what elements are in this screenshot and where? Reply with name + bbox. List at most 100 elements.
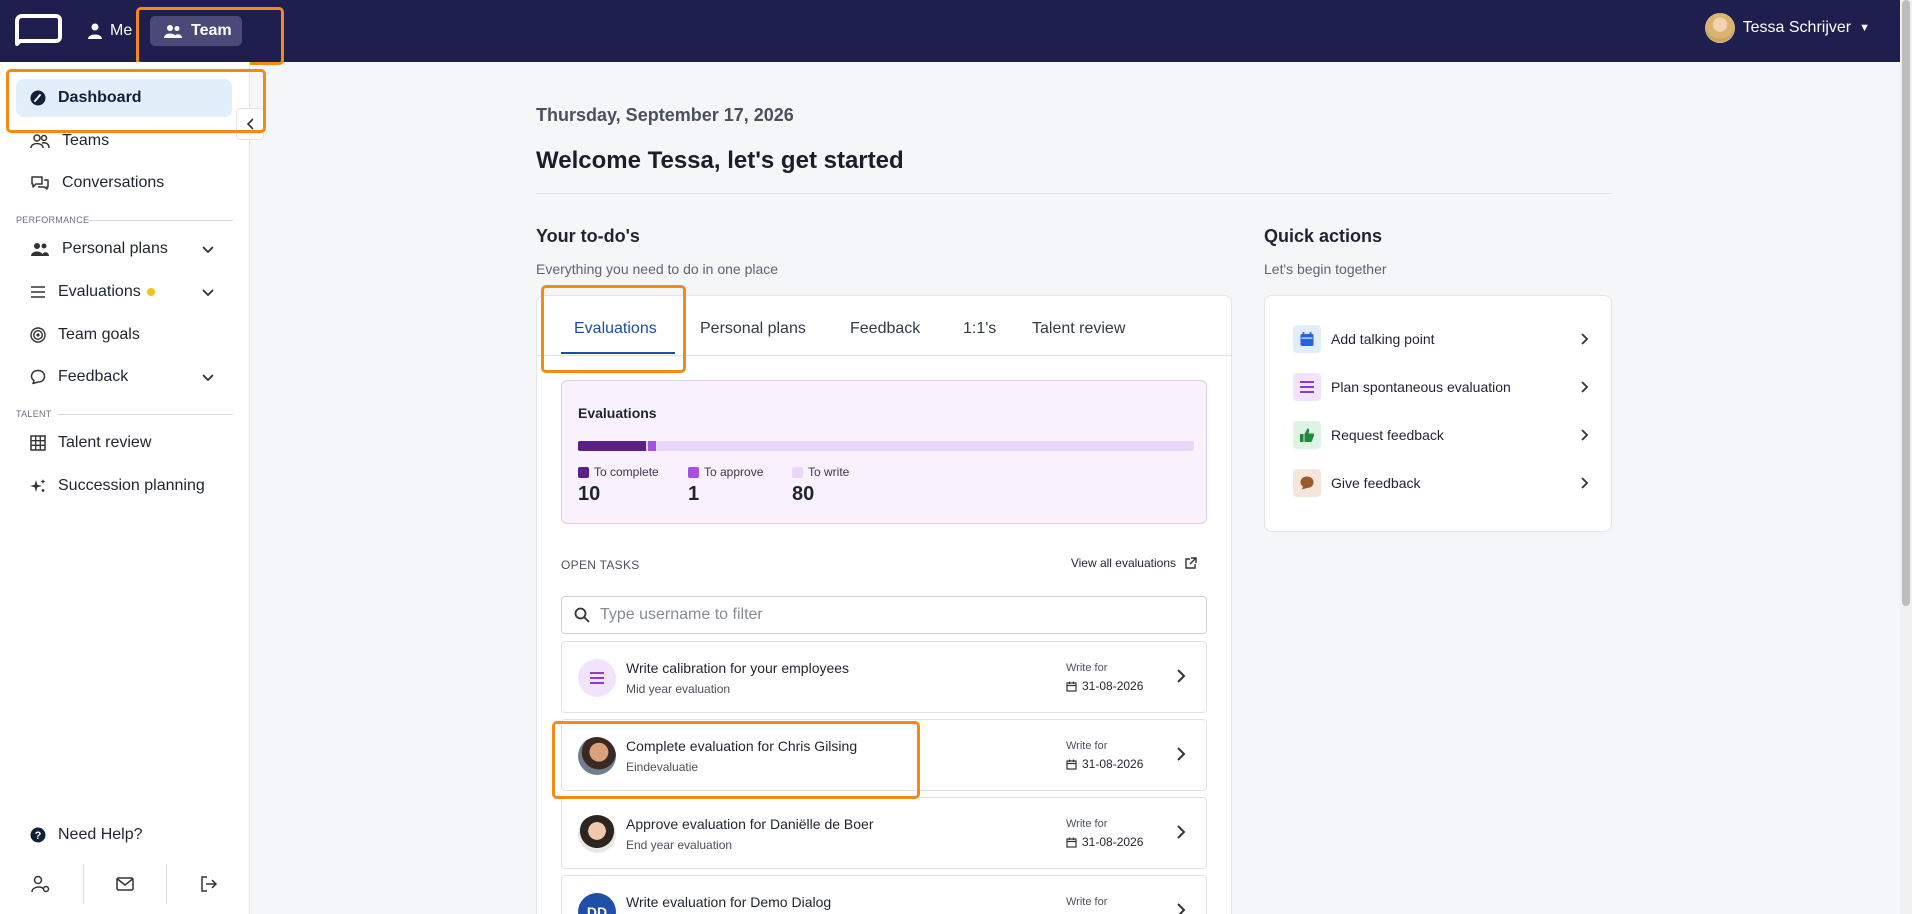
progress-segment-to-approve bbox=[648, 441, 656, 451]
chevron-down-icon[interactable] bbox=[202, 370, 214, 385]
due-date: 31-08-2026 bbox=[1066, 679, 1143, 693]
sidebar-item-talent-review[interactable]: Talent review bbox=[16, 424, 232, 462]
sparkle-icon bbox=[30, 479, 46, 492]
tab-one-on-ones[interactable]: 1:1's bbox=[963, 320, 996, 338]
page-title: Welcome Tessa, let's get started bbox=[536, 147, 904, 174]
divider bbox=[58, 414, 233, 415]
stat-label: To approve bbox=[704, 465, 764, 479]
sidebar-item-dashboard[interactable]: Dashboard bbox=[16, 79, 232, 117]
nav-me-label: Me bbox=[110, 22, 133, 39]
sidebar-item-label: Feedback bbox=[58, 368, 129, 385]
sidebar-item-label: Evaluations bbox=[58, 283, 141, 300]
tab-personal-plans[interactable]: Personal plans bbox=[700, 320, 806, 338]
write-for-label: Write for bbox=[1066, 818, 1108, 830]
tab-talent-review[interactable]: Talent review bbox=[1032, 320, 1125, 338]
chevron-right-icon bbox=[1580, 380, 1589, 397]
team-icon bbox=[30, 134, 50, 149]
scrollbar-thumb[interactable] bbox=[1902, 0, 1910, 606]
sidebar-item-team-goals[interactable]: Team goals bbox=[16, 316, 232, 354]
stat-value: 1 bbox=[688, 483, 700, 505]
logout-button[interactable] bbox=[167, 864, 250, 904]
chevron-right-icon bbox=[1580, 428, 1589, 445]
due-date: 31-08-2026 bbox=[1066, 835, 1143, 849]
request-feedback-button[interactable]: Request feedback bbox=[1293, 420, 1589, 450]
task-subtitle: Eindevaluatie bbox=[626, 760, 699, 774]
app-logo-icon[interactable] bbox=[14, 13, 62, 47]
chevron-right-icon bbox=[1176, 902, 1186, 914]
user-menu[interactable]: Tessa Schrijver ▼ bbox=[1704, 13, 1870, 43]
task-title: Write calibration for your employees bbox=[626, 660, 850, 676]
collapse-sidebar-button[interactable] bbox=[236, 108, 264, 140]
sidebar-item-conversations[interactable]: Conversations bbox=[16, 164, 232, 202]
username-filter[interactable] bbox=[561, 596, 1207, 634]
chevron-right-icon bbox=[1176, 824, 1186, 845]
page-scrollbar[interactable] bbox=[1900, 0, 1912, 914]
nav-me[interactable]: Me bbox=[88, 18, 140, 44]
user-settings-button[interactable] bbox=[0, 864, 84, 904]
chevron-right-icon bbox=[1580, 332, 1589, 349]
task-row[interactable]: DD Write evaluation for Demo Dialog Writ… bbox=[561, 875, 1207, 914]
nav-team[interactable]: Team bbox=[150, 16, 242, 46]
mail-button[interactable] bbox=[84, 864, 168, 904]
evaluations-summary: Evaluations To complete 10 To approve 1 … bbox=[561, 380, 1207, 524]
task-title: Complete evaluation for Chris Gilsing bbox=[626, 738, 858, 754]
target-icon bbox=[30, 327, 46, 343]
legend-swatch bbox=[578, 466, 589, 478]
chevron-right-icon bbox=[1176, 668, 1186, 689]
sidebar-item-personal-plans[interactable]: Personal plans bbox=[16, 230, 232, 268]
progress-bar bbox=[578, 441, 1194, 451]
quick-action-label: Give feedback bbox=[1331, 475, 1421, 491]
task-title: Approve evaluation for Daniëlle de Boer bbox=[626, 816, 874, 832]
calendar-icon bbox=[1066, 681, 1077, 692]
due-date-value: 31-08-2026 bbox=[1082, 757, 1144, 771]
view-all-label: View all evaluations bbox=[1070, 556, 1176, 570]
legend-swatch bbox=[688, 466, 699, 478]
sidebar-footer bbox=[0, 854, 250, 914]
divider bbox=[536, 193, 1612, 194]
todo-subtitle: Everything you need to do in one place bbox=[536, 261, 779, 277]
chevron-down-icon[interactable] bbox=[202, 285, 214, 300]
mail-icon bbox=[116, 877, 134, 891]
task-row[interactable]: Complete evaluation for Chris Gilsing Ei… bbox=[561, 719, 1207, 791]
chat-bubble-icon bbox=[1293, 469, 1321, 497]
plan-spontaneous-evaluation-button[interactable]: Plan spontaneous evaluation bbox=[1293, 372, 1589, 402]
view-all-evaluations-link[interactable]: View all evaluations bbox=[1071, 556, 1197, 570]
chevron-down-icon[interactable] bbox=[202, 242, 214, 257]
sidebar-item-succession-planning[interactable]: Succession planning bbox=[16, 467, 232, 505]
sidebar-item-label: Dashboard bbox=[58, 89, 142, 106]
username-filter-input[interactable] bbox=[600, 606, 1180, 624]
quick-actions-card: Add talking point Plan spontaneous evalu… bbox=[1264, 295, 1612, 532]
add-talking-point-button[interactable]: Add talking point bbox=[1293, 324, 1589, 354]
calendar-icon bbox=[1066, 837, 1077, 848]
write-for-label: Write for bbox=[1066, 662, 1108, 674]
tab-feedback[interactable]: Feedback bbox=[850, 320, 920, 338]
stat-to-approve: To approve 1 bbox=[688, 465, 763, 506]
sidebar-item-teams[interactable]: Teams bbox=[16, 122, 232, 160]
current-date: Thursday, September 17, 2026 bbox=[536, 105, 794, 125]
external-link-icon bbox=[1185, 556, 1197, 569]
due-date-value: 31-08-2026 bbox=[1082, 679, 1144, 693]
sidebar-item-label: Succession planning bbox=[58, 477, 205, 494]
todo-title: Your to-do's bbox=[536, 226, 640, 246]
progress-segment-to-complete bbox=[578, 441, 646, 451]
quick-action-label: Request feedback bbox=[1331, 427, 1444, 443]
sidebar-item-evaluations[interactable]: Evaluations bbox=[16, 273, 232, 311]
active-tab-indicator bbox=[561, 352, 675, 354]
chevron-left-icon bbox=[246, 118, 254, 130]
team-icon bbox=[31, 243, 49, 256]
section-label-talent: TALENT bbox=[16, 409, 52, 419]
list-icon bbox=[578, 659, 616, 697]
task-row[interactable]: Write calibration for your employees Mid… bbox=[561, 641, 1207, 713]
give-feedback-button[interactable]: Give feedback bbox=[1293, 468, 1589, 498]
caret-down-icon: ▼ bbox=[1859, 22, 1870, 34]
avatar bbox=[578, 737, 616, 775]
sidebar-item-feedback[interactable]: Feedback bbox=[16, 358, 232, 396]
tab-evaluations[interactable]: Evaluations bbox=[574, 320, 657, 338]
list-icon bbox=[1293, 373, 1321, 401]
quick-action-label: Plan spontaneous evaluation bbox=[1331, 379, 1511, 395]
nav-team-label: Team bbox=[191, 22, 232, 39]
task-row[interactable]: Approve evaluation for Daniëlle de Boer … bbox=[561, 797, 1207, 869]
need-help-link[interactable]: ? Need Help? bbox=[16, 816, 232, 854]
sidebar-item-label: Talent review bbox=[58, 434, 152, 451]
write-for-label: Write for bbox=[1066, 896, 1108, 908]
